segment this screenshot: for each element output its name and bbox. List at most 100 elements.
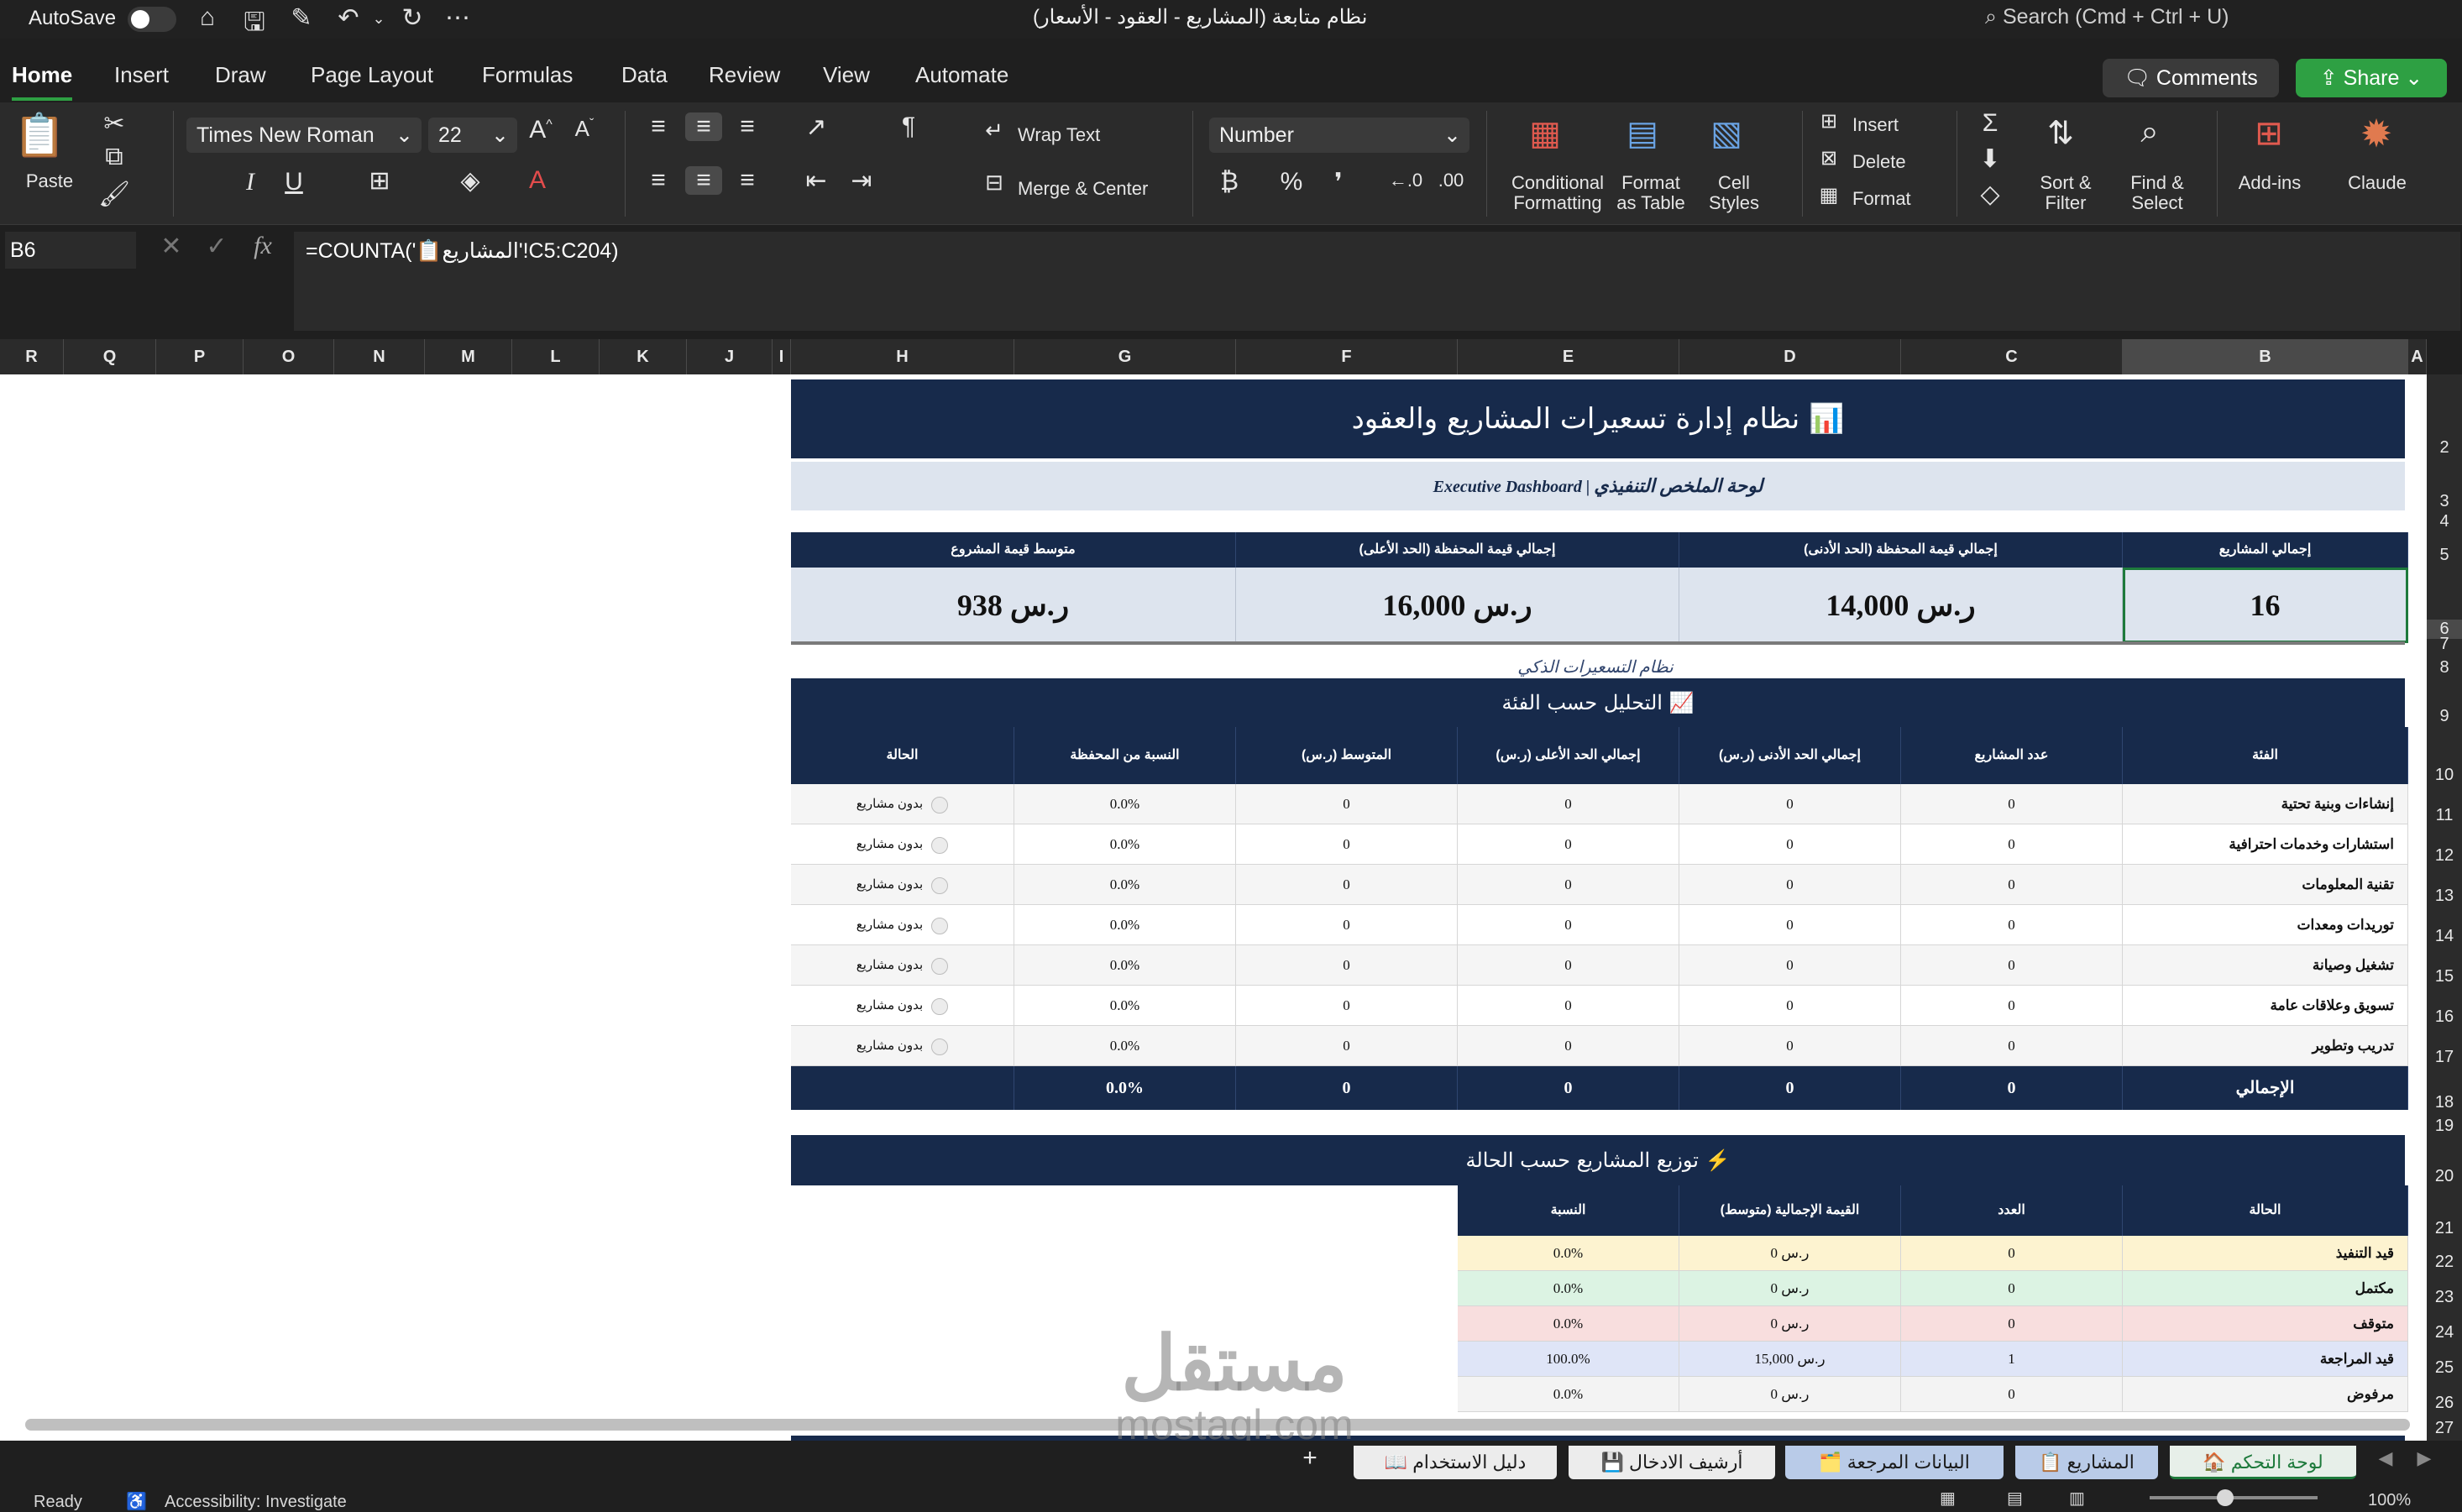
- find-select-icon[interactable]: ⌕: [2124, 114, 2175, 150]
- row-header-item[interactable]: 11: [2427, 806, 2462, 825]
- category-total-empty-cell[interactable]: [791, 1066, 1014, 1110]
- category-status-cell[interactable]: بدون مشاريع: [791, 1026, 1014, 1066]
- category-value-cell[interactable]: 0: [1458, 905, 1679, 945]
- sheet-tab-projects[interactable]: 📋 المشاريع: [2015, 1446, 2158, 1479]
- category-name-cell[interactable]: تسويق وعلاقات عامة: [2123, 986, 2408, 1026]
- conditional-formatting-button[interactable]: Conditional Formatting: [1503, 173, 1612, 213]
- category-value-cell[interactable]: 0: [1236, 784, 1458, 824]
- delete-cells-icon[interactable]: ⊠: [1814, 146, 1844, 170]
- column-header-a[interactable]: A: [2408, 339, 2427, 374]
- category-value-cell[interactable]: 0: [1901, 905, 2123, 945]
- claude-icon[interactable]: ✹: [2351, 111, 2402, 156]
- accessibility-status[interactable]: Accessibility: Investigate: [165, 1493, 347, 1512]
- category-value-cell[interactable]: 0: [1236, 945, 1458, 986]
- column-header-b[interactable]: B: [2123, 339, 2408, 374]
- row-header-item[interactable]: 20: [2427, 1167, 2462, 1186]
- category-total-cell[interactable]: 0: [1236, 1066, 1458, 1110]
- status-name-cell[interactable]: قيد التنفيذ: [2123, 1236, 2408, 1271]
- name-box[interactable]: B6: [5, 232, 136, 269]
- sort-filter-button[interactable]: Sort & Filter: [2032, 173, 2099, 213]
- column-header-c[interactable]: C: [1901, 339, 2123, 374]
- column-header-d[interactable]: D: [1679, 339, 1901, 374]
- category-total-cell[interactable]: 0: [1458, 1066, 1679, 1110]
- autosave-toggle[interactable]: [128, 7, 176, 32]
- category-value-cell[interactable]: 0: [1901, 865, 2123, 905]
- status-value-cell[interactable]: 0.0%: [1458, 1306, 1679, 1342]
- row-header-item[interactable]: 23: [2427, 1288, 2462, 1307]
- redo-icon[interactable]: ↻: [396, 3, 428, 33]
- borders-icon[interactable]: ⊞: [363, 166, 396, 196]
- row-header-item[interactable]: 12: [2427, 846, 2462, 866]
- kpi-portfolio-min[interactable]: 14,000 ر.س: [1679, 568, 2123, 643]
- column-header-l[interactable]: L: [512, 339, 600, 374]
- format-painter-icon[interactable]: 🖌: [97, 180, 131, 209]
- page-layout-view-icon[interactable]: ▤: [2007, 1488, 2023, 1509]
- category-value-cell[interactable]: 0: [1901, 986, 2123, 1026]
- tab-page-layout[interactable]: Page Layout: [311, 62, 433, 88]
- category-value-cell[interactable]: 0: [1901, 824, 2123, 865]
- copy-icon[interactable]: ⧉: [97, 143, 131, 171]
- find-select-button[interactable]: Find & Select: [2119, 173, 2195, 213]
- paste-label[interactable]: Paste: [13, 171, 86, 191]
- row-header-item[interactable]: 17: [2427, 1048, 2462, 1067]
- status-value-cell[interactable]: 0: [1901, 1377, 2123, 1412]
- row-header-item[interactable]: 25: [2427, 1358, 2462, 1378]
- merge-center-icon[interactable]: ⊟: [979, 170, 1009, 196]
- decrease-indent-icon[interactable]: ⇤: [798, 166, 835, 196]
- align-right-icon[interactable]: ≡: [731, 166, 764, 195]
- category-value-cell[interactable]: 0: [1458, 986, 1679, 1026]
- category-value-cell[interactable]: 0.0%: [1014, 1026, 1236, 1066]
- row-header-item[interactable]: 8: [2427, 658, 2462, 678]
- align-left-icon[interactable]: ≡: [642, 166, 675, 195]
- tab-automate[interactable]: Automate: [915, 62, 1008, 88]
- font-name-select[interactable]: Times New Roman ⌄: [186, 118, 422, 153]
- text-direction-icon[interactable]: ¶: [890, 112, 927, 141]
- status-value-cell[interactable]: ر.س 0: [1679, 1306, 1901, 1342]
- worksheet-grid[interactable]: نظام إدارة تسعيرات المشاريع والعقود 📊 Ex…: [0, 374, 2427, 1441]
- scroll-tabs-left-icon[interactable]: ◀: [2373, 1447, 2398, 1469]
- category-value-cell[interactable]: 0: [1679, 945, 1901, 986]
- sheet-tab-user-guide[interactable]: 📖 دليل الاستخدام: [1354, 1446, 1557, 1479]
- claude-button[interactable]: Claude: [2339, 173, 2415, 193]
- category-value-cell[interactable]: 0: [1236, 986, 1458, 1026]
- insert-cells-icon[interactable]: ⊞: [1814, 109, 1844, 133]
- tab-review[interactable]: Review: [709, 62, 780, 88]
- category-value-cell[interactable]: 0: [1458, 824, 1679, 865]
- category-status-cell[interactable]: بدون مشاريع: [791, 905, 1014, 945]
- delete-cells-button[interactable]: Delete: [1852, 151, 1906, 173]
- status-value-cell[interactable]: 1: [1901, 1342, 2123, 1377]
- row-header-item[interactable]: 21: [2427, 1219, 2462, 1238]
- insert-function-icon[interactable]: fx: [244, 232, 282, 260]
- category-value-cell[interactable]: 0: [1679, 905, 1901, 945]
- category-value-cell[interactable]: 0.0%: [1014, 905, 1236, 945]
- category-status-cell[interactable]: بدون مشاريع: [791, 945, 1014, 986]
- category-total-cell[interactable]: 0: [1901, 1066, 2123, 1110]
- status-value-cell[interactable]: 0: [1901, 1271, 2123, 1306]
- category-status-cell[interactable]: بدون مشاريع: [791, 784, 1014, 824]
- column-header-h[interactable]: H: [791, 339, 1014, 374]
- category-value-cell[interactable]: 0: [1901, 1026, 2123, 1066]
- align-center-icon[interactable]: ≡: [685, 166, 722, 195]
- row-header-item[interactable]: 4: [2427, 512, 2462, 531]
- row-header-item[interactable]: 22: [2427, 1253, 2462, 1272]
- tab-insert[interactable]: Insert: [114, 62, 169, 88]
- sheet-tab-reference-data[interactable]: 🗂️ البيانات المرجعة: [1785, 1446, 2004, 1479]
- clear-icon[interactable]: ◇: [1973, 180, 2007, 209]
- status-value-cell[interactable]: 100.0%: [1458, 1342, 1679, 1377]
- orientation-icon[interactable]: ↗: [798, 112, 835, 142]
- status-value-cell[interactable]: 0: [1901, 1236, 2123, 1271]
- sheet-tab-dashboard[interactable]: 🏠 لوحة التحكم: [2170, 1446, 2356, 1479]
- cell-styles-button[interactable]: Cell Styles: [1696, 173, 1772, 213]
- font-color-icon[interactable]: A: [521, 166, 554, 195]
- category-value-cell[interactable]: 0: [1236, 905, 1458, 945]
- tab-home[interactable]: Home: [12, 62, 73, 101]
- increase-indent-icon[interactable]: ⇥: [843, 166, 880, 196]
- status-value-cell[interactable]: ر.س 15,000: [1679, 1342, 1901, 1377]
- column-header-n[interactable]: N: [334, 339, 425, 374]
- row-header-item[interactable]: 2: [2427, 438, 2462, 458]
- cancel-icon[interactable]: ✕: [156, 232, 186, 261]
- paste-icon[interactable]: 📋: [13, 111, 65, 160]
- column-header-p[interactable]: P: [156, 339, 244, 374]
- column-header-e[interactable]: E: [1458, 339, 1679, 374]
- comments-button[interactable]: 🗨 Comments: [2103, 59, 2279, 97]
